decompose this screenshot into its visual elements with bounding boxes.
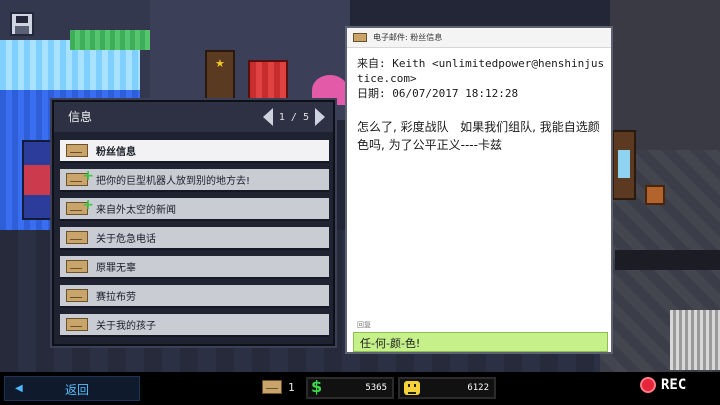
crate-prop xyxy=(645,185,665,205)
back-button[interactable]: ◀ 返回 xyxy=(4,376,140,401)
money-display: $ 5365 xyxy=(306,377,394,399)
message-list-item[interactable]: 关于我的孩子 xyxy=(60,314,329,337)
messages-panel-header: 信息 1 / 5 xyxy=(54,102,333,132)
previous-page-arrow-icon[interactable] xyxy=(262,108,273,126)
envelope-icon xyxy=(66,168,94,186)
rec-label: REC xyxy=(661,377,687,393)
envelope-icon xyxy=(66,289,88,302)
message-subject: 粉丝信息 xyxy=(96,147,136,158)
rec-indicator: REC xyxy=(640,377,686,393)
message-list-item[interactable]: 关于危急电话 xyxy=(60,227,329,250)
message-reader: 电子邮件: 粉丝信息 来自: Keith <unlimitedpower@hen… xyxy=(345,26,613,354)
wall-right xyxy=(610,0,720,150)
pager: 1 / 5 xyxy=(262,108,325,126)
reader-from: 来自: Keith <unlimitedpower@henshinjustice… xyxy=(357,57,605,85)
save-disk-icon[interactable] xyxy=(10,12,34,36)
message-list-item[interactable]: 原罪无辜 xyxy=(60,256,329,279)
railing xyxy=(670,310,720,370)
message-subject: 关于危急电话 xyxy=(96,234,156,245)
envelope-icon xyxy=(66,318,88,331)
reader-body: 怎么了, 彩度战队 如果我们组队, 我能自选颜色吗, 为了公平正义----卡兹 xyxy=(357,120,600,152)
record-dot-icon xyxy=(640,377,656,393)
envelope-icon xyxy=(353,33,367,42)
mail-count: 1 xyxy=(288,380,295,394)
fans-value: 6122 xyxy=(467,383,489,393)
smiley-icon xyxy=(404,381,420,395)
message-list-item[interactable]: 粉丝信息 xyxy=(60,140,329,163)
bottom-bar: ◀ 返回 1 $ 5365 6122 REC xyxy=(0,372,720,405)
messages-panel-title: 信息 xyxy=(68,110,93,124)
message-subject: 关于我的孩子 xyxy=(96,321,156,332)
mail-counter: 1 xyxy=(262,380,295,394)
reply-label: 回复 xyxy=(357,321,371,329)
reader-date: 日期: 06/07/2017 18:12:28 xyxy=(357,87,519,100)
message-list: 粉丝信息把你的巨型机器人放到别的地方去! 来自外太空的新闻关于危急电话原罪无辜赛拉… xyxy=(60,140,329,343)
message-subject: 把你的巨型机器人放到别的地方去! xyxy=(96,176,251,187)
red-machine xyxy=(248,60,288,105)
reader-meta: 来自: Keith <unlimitedpower@henshinjustice… xyxy=(357,56,607,101)
arcade-screen xyxy=(618,150,630,178)
messages-panel: 信息 1 / 5 粉丝信息把你的巨型机器人放到别的地方去! 来自外太空的新闻关于危… xyxy=(52,100,335,346)
robot-costume xyxy=(22,140,52,220)
dollar-icon: $ xyxy=(311,377,323,396)
green-floor-strip xyxy=(70,30,150,50)
reader-header: 电子邮件: 粉丝信息 xyxy=(347,28,611,48)
envelope-icon xyxy=(66,144,88,157)
page-indicator: 1 / 5 xyxy=(278,111,309,123)
message-subject: 赛拉布劳 xyxy=(96,292,136,303)
back-label: 返回 xyxy=(65,383,90,397)
envelope-icon xyxy=(66,197,94,215)
envelope-icon xyxy=(66,231,88,244)
message-list-item[interactable]: 来自外太空的新闻 xyxy=(60,197,329,221)
next-page-arrow-icon[interactable] xyxy=(315,108,325,126)
message-list-item[interactable]: 赛拉布劳 xyxy=(60,285,329,308)
star-icon: ★ xyxy=(215,57,225,70)
reply-option-button[interactable]: 任-何-颜-色! xyxy=(353,332,608,352)
back-arrow-icon: ◀ xyxy=(15,383,23,394)
dark-slab xyxy=(615,250,720,270)
reader-subject: 电子邮件: 粉丝信息 xyxy=(373,33,443,42)
message-subject: 原罪无辜 xyxy=(96,263,136,274)
envelope-icon xyxy=(262,380,282,394)
money-value: 5365 xyxy=(365,383,387,393)
message-subject: 来自外太空的新闻 xyxy=(96,205,176,216)
message-list-item[interactable]: 把你的巨型机器人放到别的地方去! xyxy=(60,168,329,192)
fans-display: 6122 xyxy=(398,377,496,399)
star-door: ★ xyxy=(205,50,235,100)
envelope-icon xyxy=(66,260,88,273)
